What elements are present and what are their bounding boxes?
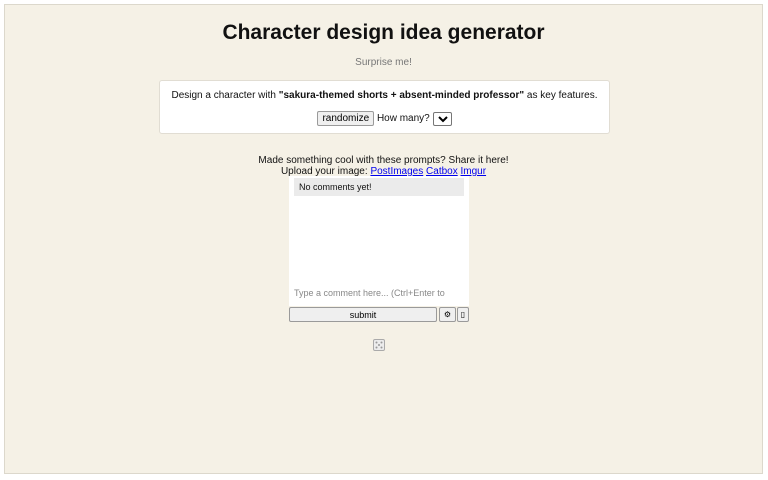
prompt-features: "sakura-themed shorts + absent-minded pr…	[278, 90, 525, 101]
how-many-label: How many?	[376, 113, 430, 125]
randomize-button[interactable]: randomize	[317, 111, 375, 126]
dice-icon[interactable]	[373, 339, 385, 351]
generator-panel: Design a character with "sakura-themed s…	[159, 80, 610, 134]
toggle-icon[interactable]: ▯	[457, 307, 469, 322]
gear-icon[interactable]: ⚙	[439, 307, 456, 322]
page-subtitle: Surprise me!	[355, 57, 412, 68]
share-callout: Made something cool with these prompts? …	[258, 155, 509, 166]
page-title: Character design idea generator	[222, 21, 545, 44]
comment-input[interactable]: Type a comment here... (Ctrl+Enter to se…	[289, 280, 469, 316]
prompt-suffix: as key features.	[524, 90, 598, 101]
prompt-prefix: Design a character with	[171, 90, 279, 101]
share-section: Made something cool with these prompts? …	[5, 155, 762, 177]
comments-box[interactable]: No comments yet!	[289, 176, 469, 280]
submit-button[interactable]: submit	[289, 307, 437, 322]
generator-controls: randomize How many? 2	[160, 111, 609, 126]
how-many-select[interactable]: 2	[432, 111, 452, 126]
no-comments-message: No comments yet!	[294, 178, 464, 196]
prompt-text: Design a character with "sakura-themed s…	[160, 90, 609, 101]
